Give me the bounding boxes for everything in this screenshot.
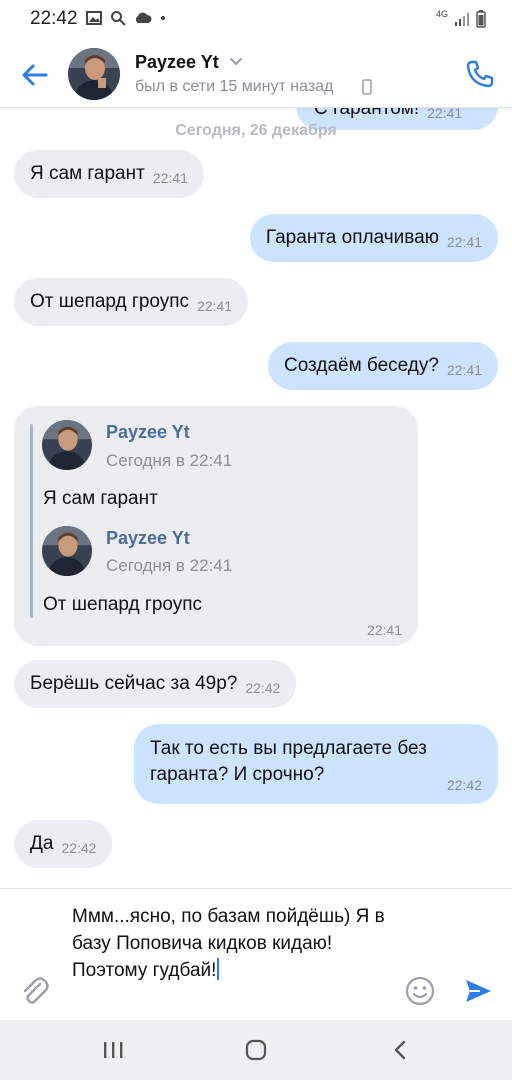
notification-icons <box>86 10 166 26</box>
message-text: С гарантом! <box>314 108 420 119</box>
message-incoming[interactable]: Да 22:42 <box>14 820 113 868</box>
call-button[interactable] <box>464 58 496 90</box>
forwarded-date: Сегодня в 22:41 <box>106 451 233 470</box>
message-time: 22:41 <box>446 362 482 378</box>
message-time: 22:41 <box>446 234 482 250</box>
message-time: 22:41 <box>427 108 463 121</box>
attach-button[interactable] <box>18 975 52 1009</box>
message-input[interactable]: Ммм...ясно, по базам пойдёшь) Я в базу П… <box>72 903 392 984</box>
forwarded-author[interactable]: Payzee Yt <box>106 422 190 443</box>
forwarded-message[interactable]: Payzee Yt Сегодня в 22:41 Я сам гарант P… <box>14 406 418 646</box>
signal-icon <box>455 13 469 26</box>
text-caret <box>217 958 220 980</box>
avatar[interactable] <box>42 420 92 470</box>
message-text: Гаранта оплачиваю <box>265 227 439 248</box>
message-composer: Ммм...ясно, по базам пойдёшь) Я в базу П… <box>0 888 512 1020</box>
status-bar: 22:42 4G <box>0 0 512 38</box>
message-incoming[interactable]: Берёшь сейчас за 49р? 22:42 <box>14 660 297 708</box>
message-time: 22:42 <box>61 840 97 856</box>
gallery-icon <box>86 11 102 25</box>
back-button[interactable] <box>18 58 52 92</box>
forwarded-text: Я сам гарант <box>43 488 158 509</box>
message-outgoing[interactable]: Так то есть вы предлагаете без гаранта? … <box>134 724 498 804</box>
message-text: Да <box>30 833 54 854</box>
message-time: 22:41 <box>366 622 402 638</box>
forward-indicator-line <box>30 424 33 618</box>
search-icon <box>111 11 126 26</box>
message-input-text: Ммм...ясно, по базам пойдёшь) Я в базу П… <box>72 906 390 981</box>
message-outgoing[interactable]: Гаранта оплачиваю 22:41 <box>249 214 498 262</box>
forwarded-date: Сегодня в 22:41 <box>106 556 233 575</box>
send-button[interactable] <box>462 975 494 1007</box>
home-icon[interactable] <box>244 1038 268 1062</box>
message-time: 22:41 <box>197 298 233 314</box>
dot-icon <box>161 16 165 20</box>
message-time: 22:41 <box>152 170 188 186</box>
network-type: 4G <box>435 9 448 19</box>
avatar-photo <box>42 526 92 576</box>
cloud-icon <box>135 12 152 23</box>
forwarded-author[interactable]: Payzee Yt <box>106 528 190 549</box>
message-outgoing[interactable]: Создаём беседу? 22:41 <box>267 342 498 390</box>
last-seen-status: был в сети 15 минут назад <box>135 78 334 95</box>
avatar[interactable] <box>68 48 120 100</box>
system-navigation-bar <box>0 1020 512 1080</box>
avatar-photo <box>42 420 92 470</box>
phone-icon <box>466 60 494 88</box>
date-separator: Сегодня, 26 декабря <box>175 122 337 139</box>
mobile-device-icon <box>362 79 372 95</box>
forwarded-text: От шепард гроупс <box>43 594 203 615</box>
battery-icon <box>476 10 486 28</box>
contact-name[interactable]: Payzee Yt <box>135 52 219 73</box>
message-time: 22:42 <box>245 680 281 696</box>
message-list[interactable]: С гарантом! 22:41 Сегодня, 26 декабря Я с… <box>0 108 512 888</box>
message-incoming[interactable]: От шепард гроупс 22:41 <box>14 278 249 326</box>
chat-header: Payzee Yt был в сети 15 минут назад <box>0 38 512 108</box>
message-text: Я сам гарант <box>30 163 145 184</box>
avatar[interactable] <box>42 526 92 576</box>
paperclip-icon <box>23 977 49 1004</box>
message-time: 22:42 <box>446 777 482 793</box>
smiley-icon <box>405 976 435 1006</box>
chevron-down-icon[interactable] <box>229 54 243 68</box>
avatar-photo <box>68 48 120 100</box>
status-time: 22:42 <box>30 8 78 29</box>
message-incoming[interactable]: Я сам гарант 22:41 <box>14 150 204 198</box>
message-text: Так то есть вы предлагаете без гаранта? … <box>150 738 427 785</box>
send-icon <box>466 980 491 1002</box>
back-nav-icon[interactable] <box>390 1039 410 1061</box>
arrow-left-icon <box>22 64 48 86</box>
message-text: От шепард гроупс <box>30 291 190 312</box>
emoji-button[interactable] <box>404 975 436 1007</box>
message-text: Берёшь сейчас за 49р? <box>30 673 238 694</box>
system-icons: 4G <box>435 9 486 28</box>
message-text: Создаём беседу? <box>283 355 439 376</box>
recent-apps-icon[interactable] <box>102 1040 124 1060</box>
